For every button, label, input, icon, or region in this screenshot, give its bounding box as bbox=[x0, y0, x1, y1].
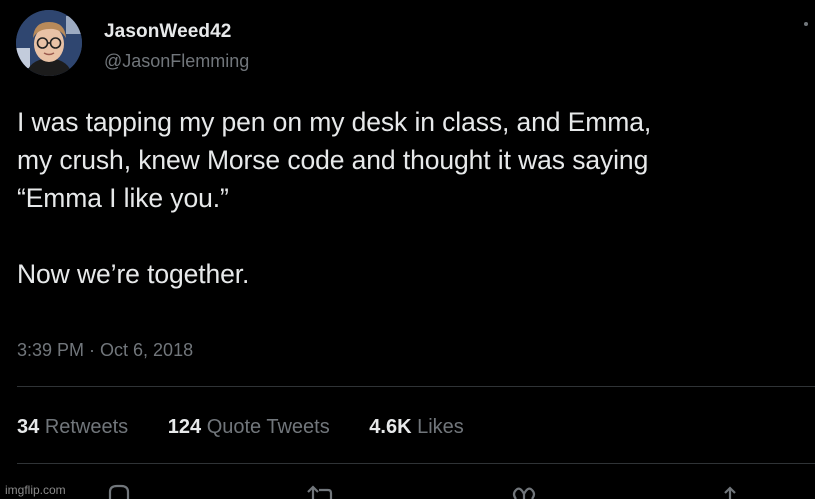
action-bar bbox=[0, 480, 815, 499]
display-name[interactable]: JasonWeed42 bbox=[104, 21, 231, 43]
stat-count: 124 bbox=[167, 416, 202, 438]
divider bbox=[17, 463, 815, 464]
quote-tweets-stat[interactable]: 124 Quote Tweets bbox=[168, 416, 330, 439]
tweet-timestamp[interactable]: 3:39 PM · Oct 6, 2018 bbox=[17, 340, 193, 361]
engagement-stats: 34 Retweets 124 Quote Tweets 4.6K Likes bbox=[17, 416, 498, 439]
more-options-icon[interactable] bbox=[804, 22, 808, 26]
user-handle[interactable]: @JasonFlemming bbox=[104, 51, 249, 72]
avatar[interactable] bbox=[16, 10, 82, 76]
retweet-icon[interactable] bbox=[306, 480, 334, 499]
like-icon[interactable] bbox=[510, 480, 538, 499]
likes-stat[interactable]: 4.6K Likes bbox=[369, 416, 464, 439]
stat-count: 34 bbox=[17, 416, 40, 438]
stat-count: 4.6K bbox=[369, 416, 412, 438]
stat-label: Quote Tweets bbox=[206, 416, 330, 438]
tweet-container: JasonWeed42 @JasonFlemming I was tapping… bbox=[0, 0, 815, 499]
share-icon[interactable] bbox=[716, 480, 744, 499]
divider bbox=[17, 386, 815, 387]
tweet-text: I was tapping my pen on my desk in class… bbox=[17, 107, 652, 289]
stat-label: Likes bbox=[417, 416, 464, 438]
stat-label: Retweets bbox=[44, 416, 129, 438]
reply-icon[interactable] bbox=[104, 480, 132, 499]
retweets-stat[interactable]: 34 Retweets bbox=[17, 416, 128, 439]
avatar-image bbox=[16, 10, 82, 76]
watermark: imgflip.com bbox=[5, 483, 66, 497]
